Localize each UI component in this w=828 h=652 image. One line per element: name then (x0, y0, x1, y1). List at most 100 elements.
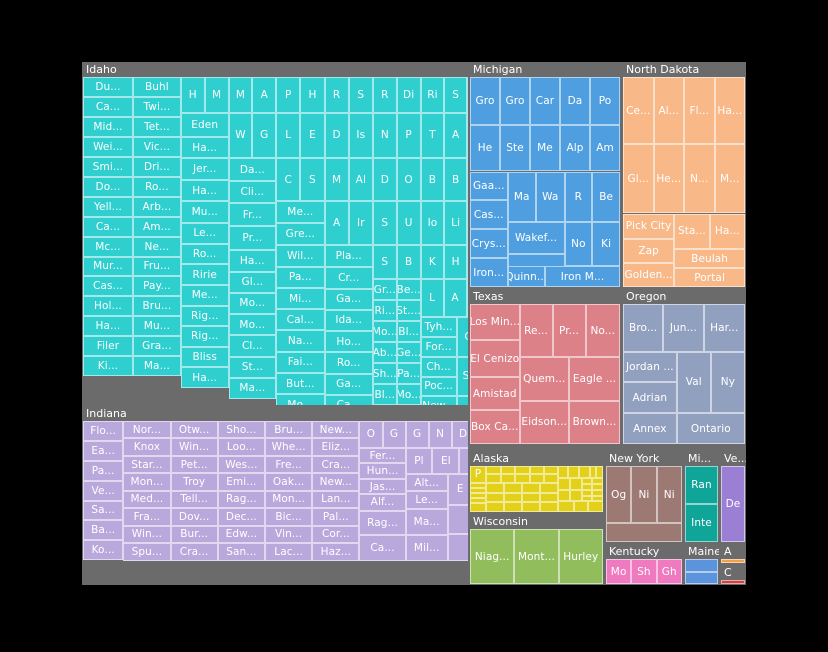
treemap-cell[interactable]: R (564, 171, 593, 222)
treemap-cell[interactable] (503, 482, 522, 493)
treemap-cell[interactable]: Pay... (132, 276, 181, 297)
treemap-cell[interactable]: Mur... (83, 256, 133, 277)
treemap-cell[interactable]: Jas... (359, 478, 406, 495)
treemap-cell[interactable] (515, 474, 530, 483)
treemap-cell[interactable]: Ro... (180, 243, 229, 265)
treemap-cell[interactable]: Ida... (324, 309, 373, 332)
treemap-cell[interactable]: B (444, 157, 467, 202)
treemap-cell[interactable]: Io (420, 201, 445, 245)
treemap-cell[interactable]: Ea... (83, 440, 124, 461)
treemap-cell[interactable]: Ko... (83, 540, 124, 561)
treemap-group-mi[interactable]: Mi... Ran Inte (684, 451, 719, 543)
treemap-cell[interactable]: Fer... (359, 447, 406, 464)
treemap-cell[interactable]: B (396, 244, 421, 280)
treemap-cell[interactable]: Ki (592, 221, 620, 266)
treemap-cell[interactable]: Troy (170, 473, 218, 491)
treemap-cell[interactable] (557, 477, 570, 491)
treemap-cell[interactable]: Ca... (83, 216, 133, 237)
treemap-cell[interactable]: Mont... (514, 529, 559, 584)
treemap-cell[interactable]: Mid... (83, 116, 133, 137)
treemap-cell[interactable]: Pr... (552, 304, 586, 358)
treemap-cell[interactable]: Am... (132, 216, 181, 237)
treemap-cell[interactable]: Alp (560, 125, 590, 172)
treemap-cell[interactable]: N (372, 112, 397, 158)
treemap-cell[interactable]: He... (653, 144, 684, 214)
treemap-cell[interactable]: Jordan ... (623, 351, 677, 383)
treemap-cell[interactable]: Star... (123, 455, 171, 474)
treemap-cell[interactable]: Ro... (324, 352, 373, 374)
treemap-cell[interactable]: Hol... (83, 296, 133, 317)
treemap-cell[interactable]: Fai... (276, 351, 325, 373)
treemap-cell[interactable] (685, 559, 718, 572)
treemap-cell[interactable]: Iron M... (545, 266, 620, 287)
treemap-cell[interactable]: Ki... (83, 356, 133, 377)
treemap-cell[interactable]: Pa... (83, 460, 124, 481)
treemap-cell[interactable]: St (456, 356, 468, 396)
treemap-cell[interactable]: Rig... (180, 305, 229, 327)
treemap-cell[interactable]: Wei... (83, 136, 133, 157)
treemap-cell[interactable]: New... (420, 396, 457, 405)
treemap-cell[interactable]: Dec... (217, 508, 265, 526)
treemap-cell[interactable] (447, 504, 468, 535)
treemap-cell[interactable]: Smi... (83, 156, 133, 177)
treemap-cell[interactable] (557, 500, 574, 512)
treemap-cell[interactable] (456, 395, 468, 405)
treemap-cell[interactable]: A (467, 201, 468, 245)
treemap-cell[interactable] (521, 492, 540, 503)
treemap-cell[interactable]: Ste (500, 125, 530, 172)
treemap-cell[interactable]: Ha... (180, 137, 229, 158)
treemap-cell[interactable]: Vic... (132, 136, 181, 157)
treemap-cell[interactable]: Ri... (372, 300, 397, 322)
treemap-cell[interactable]: Eidson... (519, 400, 569, 444)
treemap-cell[interactable]: Ce... (623, 77, 654, 145)
treemap-cell[interactable]: Ho... (324, 331, 373, 353)
treemap-cell[interactable] (500, 466, 516, 475)
treemap-cell[interactable]: B (420, 157, 445, 202)
treemap-cell[interactable]: Ro... (132, 176, 181, 197)
treemap-cell[interactable]: A (252, 77, 277, 113)
treemap-cell[interactable]: Lac... (265, 543, 313, 561)
treemap-cell[interactable]: Jer... (180, 157, 229, 180)
treemap-cell[interactable]: Med... (123, 490, 171, 509)
treemap-cell[interactable]: Alf... (359, 494, 406, 511)
treemap-cell[interactable]: Ha... (228, 249, 277, 272)
treemap-cell[interactable]: Ontario (676, 413, 745, 444)
treemap-cell[interactable] (569, 490, 582, 501)
treemap-cell[interactable]: Dri... (132, 156, 181, 177)
treemap-cell[interactable]: Gro (470, 77, 500, 126)
treemap-cell[interactable]: L (276, 112, 301, 158)
treemap-cell[interactable]: Buhl (132, 77, 181, 97)
treemap-cell[interactable]: Cra... (312, 455, 360, 474)
treemap-cell[interactable]: Mil... (405, 535, 448, 561)
treemap-cell[interactable]: Mo... (228, 314, 277, 336)
treemap-cell[interactable]: Ve... (83, 480, 124, 501)
treemap-cell[interactable]: Be (592, 171, 620, 222)
treemap-cell[interactable]: Bl... (396, 321, 421, 343)
treemap-cell[interactable]: Gre... (276, 223, 325, 246)
treemap-cell[interactable]: Po (590, 77, 620, 126)
treemap-group-idaho[interactable]: Idaho Du... Ca... Mid... Wei... Smi... Do... Ye… (82, 62, 468, 405)
treemap-cell[interactable]: R (372, 77, 397, 113)
treemap-cell[interactable] (579, 466, 590, 478)
treemap-cell[interactable]: Bur... (170, 525, 218, 544)
treemap-cell[interactable]: G (252, 112, 277, 158)
treemap-cell[interactable] (485, 502, 504, 512)
treemap-cell[interactable]: Ga... (324, 288, 373, 310)
treemap-cell[interactable]: C (456, 317, 468, 357)
treemap-cell[interactable]: Tell... (170, 490, 218, 509)
treemap-cell[interactable]: L (466, 279, 468, 318)
treemap-cell[interactable]: Adrian (623, 382, 677, 414)
treemap-cell[interactable]: Bru... (265, 421, 313, 439)
treemap-cell[interactable]: E (300, 112, 325, 158)
treemap-cell[interactable]: Annex (623, 413, 677, 444)
treemap-cell[interactable]: Ca... (324, 394, 373, 405)
treemap-cell[interactable]: D (372, 157, 397, 202)
treemap-cell[interactable]: S (467, 77, 468, 113)
treemap-cell[interactable]: St... (228, 356, 277, 378)
treemap-cell[interactable] (447, 534, 468, 561)
treemap-cell[interactable]: Los Min... (470, 304, 520, 341)
treemap-cell[interactable]: Bro... (623, 304, 664, 352)
treemap-cell[interactable] (573, 500, 589, 512)
treemap-cell[interactable]: Me (530, 125, 560, 172)
treemap-cell[interactable]: Spu... (123, 543, 171, 561)
